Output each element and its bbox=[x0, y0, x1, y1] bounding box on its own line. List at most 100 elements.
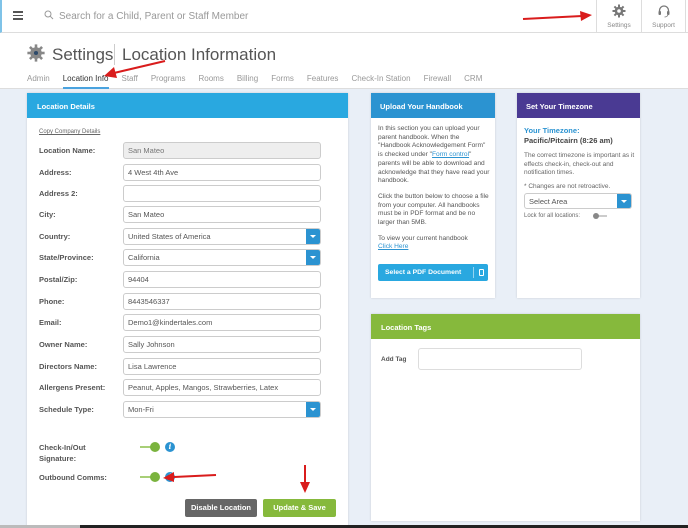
tab-programs[interactable]: Programs bbox=[151, 74, 186, 89]
search-icon bbox=[44, 10, 54, 20]
form-control-link[interactable]: Form control bbox=[432, 151, 469, 158]
address-row: Address: bbox=[39, 164, 339, 181]
page-header: Settings Location Information Admin Loca… bbox=[0, 33, 688, 89]
state-select[interactable]: California bbox=[123, 249, 321, 266]
country-label: Country: bbox=[39, 232, 71, 241]
location-name-input bbox=[123, 142, 321, 159]
outbound-comms-row: Outbound Comms: i bbox=[39, 472, 339, 483]
tab-features[interactable]: Features bbox=[307, 74, 339, 89]
country-value: United States of America bbox=[128, 232, 211, 241]
address2-input[interactable] bbox=[123, 185, 321, 202]
email-input[interactable] bbox=[123, 314, 321, 331]
city-input[interactable] bbox=[123, 206, 321, 223]
owner-label: Owner Name: bbox=[39, 340, 88, 349]
timezone-value: Pacific/Pitcairn (8:26 am) bbox=[524, 136, 613, 145]
timezone-note: * Changes are not retroactive. bbox=[524, 182, 611, 190]
country-row: Country: United States of America bbox=[39, 228, 339, 245]
owner-input[interactable] bbox=[123, 336, 321, 353]
checkin-signature-toggle[interactable] bbox=[140, 442, 160, 452]
tab-location-info[interactable]: Location Info bbox=[62, 74, 109, 89]
tab-admin[interactable]: Admin bbox=[27, 74, 50, 89]
location-tags-panel: Location Tags Add Tag bbox=[371, 314, 640, 521]
disable-location-button[interactable]: Disable Location bbox=[185, 499, 257, 517]
state-row: State/Province: California bbox=[39, 249, 339, 266]
city-row: City: bbox=[39, 206, 339, 223]
file-icon bbox=[479, 269, 484, 276]
tab-check-in-station[interactable]: Check-In Station bbox=[351, 74, 410, 89]
schedule-row: Schedule Type: Mon-Fri bbox=[39, 401, 339, 418]
country-select[interactable]: United States of America bbox=[123, 228, 321, 245]
timezone-area-select[interactable]: Select Area bbox=[524, 193, 632, 209]
chevron-down-icon bbox=[617, 194, 631, 208]
owner-row: Owner Name: bbox=[39, 336, 339, 353]
search-input[interactable] bbox=[59, 8, 459, 25]
support-label: Support bbox=[652, 22, 675, 29]
email-row: Email: bbox=[39, 314, 339, 331]
page-subtitle: Location Information bbox=[122, 45, 277, 64]
headset-icon bbox=[658, 5, 670, 18]
handbook-instructions: Click the button below to choose a file … bbox=[378, 192, 489, 227]
address2-label: Address 2: bbox=[39, 189, 78, 198]
top-bar: Settings Support bbox=[0, 0, 688, 33]
select-pdf-button[interactable]: Select a PDF Document bbox=[378, 264, 488, 281]
info-icon[interactable]: i bbox=[165, 472, 175, 482]
postal-label: Postal/Zip: bbox=[39, 275, 78, 284]
allergens-row: Allergens Present: bbox=[39, 379, 339, 396]
timezone-body: Your Timezone: Pacific/Pitcairn (8:26 am… bbox=[524, 126, 636, 190]
address-label: Address: bbox=[39, 168, 72, 177]
info-icon[interactable]: i bbox=[165, 442, 175, 452]
timezone-description: The correct timezone is important as it … bbox=[524, 152, 635, 176]
tab-billing[interactable]: Billing bbox=[237, 74, 258, 89]
support-button[interactable]: Support bbox=[641, 0, 686, 33]
phone-label: Phone: bbox=[39, 297, 65, 306]
timezone-area-value: Select Area bbox=[529, 197, 568, 206]
handbook-panel: Upload Your Handbook In this section you… bbox=[371, 93, 495, 298]
tab-firewall[interactable]: Firewall bbox=[424, 74, 452, 89]
allergens-input[interactable] bbox=[123, 379, 321, 396]
chevron-down-icon bbox=[306, 402, 320, 417]
settings-button[interactable]: Settings bbox=[596, 0, 641, 33]
phone-row: Phone: bbox=[39, 293, 339, 310]
add-tag-input[interactable] bbox=[418, 348, 582, 370]
tab-rooms[interactable]: Rooms bbox=[199, 74, 224, 89]
address-input[interactable] bbox=[123, 164, 321, 181]
checkin-signature-label-line1: Check-In/Out bbox=[39, 443, 86, 452]
location-name-row: Location Name: bbox=[39, 142, 339, 159]
directors-input[interactable] bbox=[123, 358, 321, 375]
timezone-label: Your Timezone: bbox=[524, 126, 580, 135]
tab-crm[interactable]: CRM bbox=[464, 74, 482, 89]
checkin-signature-label-line2: Signature: bbox=[39, 454, 77, 463]
settings-gear-icon bbox=[27, 44, 45, 62]
tab-forms[interactable]: Forms bbox=[271, 74, 294, 89]
chevron-down-icon bbox=[306, 229, 320, 244]
state-label: State/Province: bbox=[39, 253, 94, 262]
gear-icon bbox=[612, 4, 626, 18]
address2-row: Address 2: bbox=[39, 185, 339, 202]
directors-row: Directors Name: bbox=[39, 358, 339, 375]
copy-company-details-link[interactable]: Copy Company Details bbox=[39, 129, 100, 135]
lock-all-locations-toggle[interactable] bbox=[593, 213, 607, 219]
menu-icon[interactable] bbox=[13, 11, 23, 21]
location-details-panel: Location Details Copy Company Details Lo… bbox=[27, 93, 348, 528]
title-divider bbox=[114, 44, 115, 65]
directors-label: Directors Name: bbox=[39, 362, 97, 371]
schedule-select[interactable]: Mon-Fri bbox=[123, 401, 321, 418]
outbound-comms-label: Outbound Comms: bbox=[39, 473, 107, 482]
tab-staff[interactable]: Staff bbox=[122, 74, 138, 89]
outbound-comms-toggle[interactable] bbox=[140, 472, 160, 482]
email-label: Email: bbox=[39, 318, 62, 327]
checkin-signature-label: Check-In/Out Signature: bbox=[39, 442, 339, 464]
update-save-button[interactable]: Update & Save bbox=[263, 499, 336, 517]
settings-tabs: Admin Location Info Staff Programs Rooms… bbox=[27, 74, 495, 89]
location-name-label: Location Name: bbox=[39, 146, 96, 155]
chevron-down-icon bbox=[306, 250, 320, 265]
click-here-link[interactable]: Click Here bbox=[378, 243, 408, 250]
postal-input[interactable] bbox=[123, 271, 321, 288]
lock-all-locations-label: Lock for all locations: bbox=[524, 213, 581, 219]
phone-input[interactable] bbox=[123, 293, 321, 310]
button-divider bbox=[473, 267, 474, 278]
page-title: Settings bbox=[52, 45, 114, 64]
schedule-label: Schedule Type: bbox=[39, 405, 94, 414]
handbook-title: Upload Your Handbook bbox=[371, 93, 495, 118]
city-label: City: bbox=[39, 210, 56, 219]
